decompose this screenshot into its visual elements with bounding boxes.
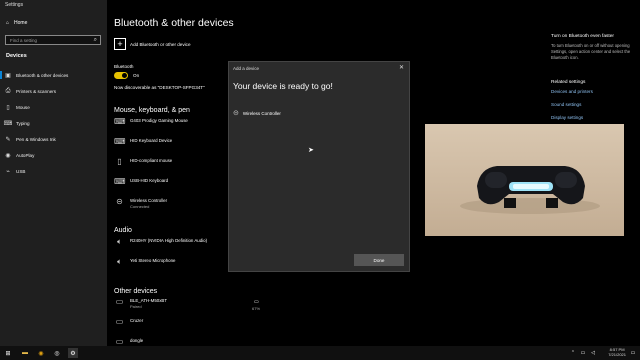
gamepad-icon: ⊝	[116, 197, 123, 206]
dongle-icon: ▭	[115, 337, 124, 346]
bluetooth-toggle[interactable]	[114, 72, 128, 79]
device-item[interactable]: ⊝ Wireless Controller Connected	[114, 197, 167, 210]
sidebar-section-title: Devices	[6, 53, 27, 59]
search-input[interactable]: Find a setting ⌕	[5, 35, 101, 45]
start-button[interactable]: ⊞	[3, 348, 13, 358]
network-icon[interactable]: ▭	[578, 348, 588, 358]
steam-icon[interactable]: ◎	[52, 348, 62, 358]
bt-faster-desc: To turn Bluetooth on or off without open…	[551, 43, 631, 60]
bluetooth-label: Bluetooth	[114, 64, 134, 69]
dialog-heading: Your device is ready to go!	[233, 81, 333, 91]
sidebar-item-typing[interactable]: ⌨ Typing	[0, 117, 107, 129]
bt-faster-title: Turn on Bluetooth even faster	[551, 34, 615, 39]
battery-level: 67%	[252, 306, 261, 311]
bluetooth-state: On	[133, 73, 140, 78]
usb-icon: ⌁	[6, 168, 10, 175]
volume-icon[interactable]: ◁	[588, 348, 598, 358]
keyboard-icon: ⌨	[114, 117, 126, 126]
sidebar-item-bluetooth[interactable]: ▣ Bluetooth & other devices	[0, 69, 107, 81]
sidebar-item-pen[interactable]: ✎ Pen & Windows Ink	[0, 133, 107, 145]
audio-section-title: Audio	[114, 227, 132, 234]
mouse-section-title: Mouse, keyboard, & pen	[114, 107, 190, 114]
discoverable-text: Now discoverable as "DESKTOP-SFPG34T"	[114, 85, 205, 90]
device-item[interactable]: 🔈︎ Yeti Stereo Microphone	[114, 258, 175, 266]
sidebar-item-printers[interactable]: ⎙ Printers & scanners	[0, 85, 107, 97]
device-item[interactable]: ⌨ HID Keyboard Device	[114, 138, 172, 146]
keyboard-icon: ⌨	[3, 120, 13, 127]
sound-settings-link[interactable]: Sound settings	[551, 102, 581, 107]
device-item[interactable]: ▭ BLE_ATH-M50xBT Paired	[114, 297, 167, 310]
done-button[interactable]: Done	[354, 254, 404, 266]
taskbar-clock[interactable]: 8:57 PM 7/21/2021	[608, 347, 626, 357]
battery-icon: ▭	[254, 299, 259, 305]
add-device-dialog: Add a device ✕ Your device is ready to g…	[228, 61, 410, 272]
autoplay-icon: ◉	[5, 152, 11, 159]
camera-overlay	[425, 124, 624, 236]
usb-drive-icon: ▭	[115, 317, 124, 326]
window-title: Settings	[5, 2, 24, 8]
gamepad-icon: ⊝	[233, 110, 239, 117]
printer-icon: ⎙	[5, 87, 11, 94]
device-item[interactable]: ▭ dongle	[114, 338, 143, 346]
device-item[interactable]: ⌨ USB-HID Keyboard	[114, 178, 168, 186]
mouse-cursor: ➤	[308, 147, 314, 154]
display-settings-link[interactable]: Display settings	[551, 115, 583, 120]
search-icon: ⌕	[93, 37, 97, 43]
add-device-button[interactable]: + Add Bluetooth or other device	[114, 38, 191, 50]
device-item[interactable]: ▭ Cruzer	[114, 318, 143, 326]
home-icon: ⌂	[6, 20, 10, 26]
device-item[interactable]: ⌨ G403 Prodigy Gaming Mouse	[114, 118, 188, 126]
device-item[interactable]: 🔈︎ R240HY (NVIDIA High Definition Audio)	[114, 238, 207, 246]
file-explorer-icon[interactable]: ▬	[20, 348, 30, 358]
device-status: Connected	[130, 204, 150, 209]
speaker-icon: 🔈︎	[117, 237, 122, 246]
device-status: Paired	[130, 304, 142, 309]
chrome-icon[interactable]: ◉	[36, 348, 46, 358]
dialog-close-icon[interactable]: ✕	[399, 64, 404, 71]
speaker-icon: 🔈︎	[117, 257, 122, 266]
page-title: Bluetooth & other devices	[114, 17, 234, 29]
dialog-device-item: ⊝ Wireless Controller	[233, 110, 281, 117]
headphones-icon: ▭	[115, 297, 124, 306]
keyboard-icon: ⌨	[114, 177, 126, 186]
dialog-title: Add a device	[233, 66, 260, 71]
keyboard-icon: ⌨	[114, 137, 126, 146]
related-settings-title: Related settings	[551, 80, 586, 85]
sidebar-item-mouse[interactable]: ▯ Mouse	[0, 101, 107, 113]
plus-icon: +	[114, 38, 126, 50]
bluetooth-icon: ▣	[5, 72, 11, 79]
settings-icon[interactable]: ⚙	[68, 348, 78, 358]
settings-sidebar: ⌂ Home Find a setting ⌕ Devices ▣ Blueto…	[0, 0, 107, 346]
device-item[interactable]: ▯ HID-compliant mouse	[114, 158, 172, 166]
controller-photo	[425, 124, 624, 236]
mouse-icon: ▯	[6, 104, 10, 111]
mouse-icon: ▯	[117, 157, 122, 166]
tray-chevron-icon[interactable]: ⌃	[568, 348, 578, 358]
pen-icon: ✎	[5, 136, 11, 143]
notification-icon[interactable]: ▭	[628, 348, 638, 358]
sidebar-item-autoplay[interactable]: ◉ AutoPlay	[0, 149, 107, 161]
other-section-title: Other devices	[114, 288, 158, 295]
sidebar-item-usb[interactable]: ⌁ USB	[0, 165, 107, 177]
taskbar: ⊞ ▬ ◉ ◎ ⚙ ⌃ ▭ ◁ 8:57 PM 7/21/2021 ▭	[0, 346, 640, 360]
devices-and-printers-link[interactable]: Devices and printers	[551, 89, 593, 94]
home-link[interactable]: ⌂ Home	[6, 20, 27, 26]
